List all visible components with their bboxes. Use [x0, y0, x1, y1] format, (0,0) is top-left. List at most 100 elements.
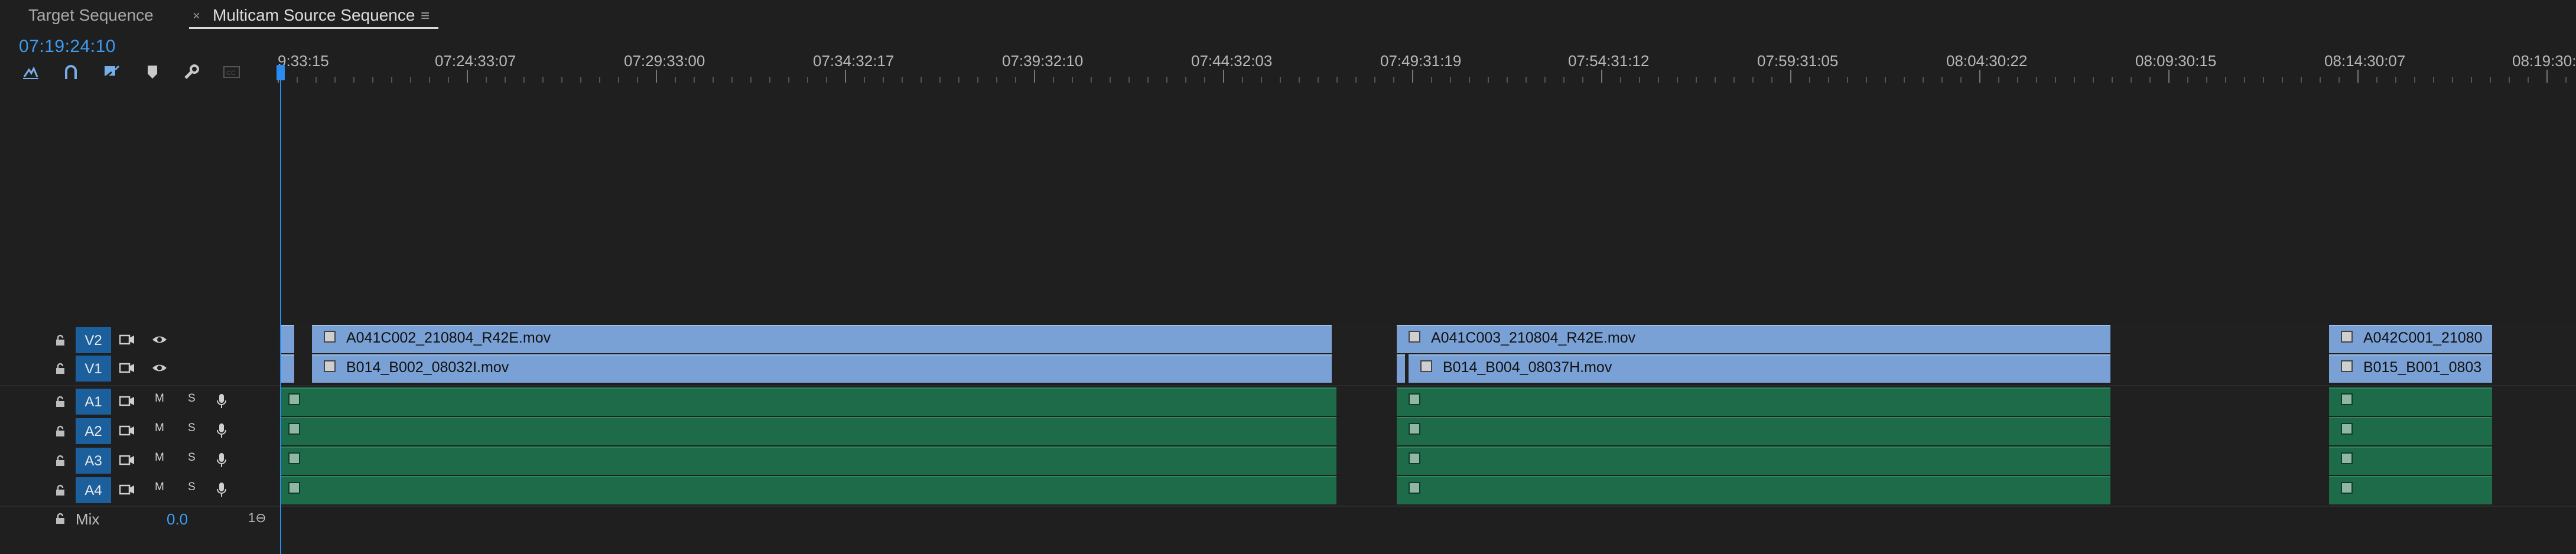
captions-icon[interactable]: CC	[222, 63, 241, 82]
active-tab-indicator	[189, 27, 438, 29]
audio-clip[interactable]	[1397, 387, 2110, 416]
fx-badge-icon	[2341, 331, 2353, 343]
tab-multicam-source-sequence[interactable]: Multicam Source Sequence	[213, 0, 415, 30]
lock-icon[interactable]	[54, 396, 66, 408]
ruler-label: 08:14:30:07	[2324, 52, 2406, 70]
solo-button[interactable]: S	[188, 422, 196, 435]
sync-lock-icon[interactable]	[119, 395, 135, 408]
mute-button[interactable]: M	[155, 422, 164, 435]
mute-button[interactable]: M	[155, 451, 164, 464]
ruler-label: 07:34:32:17	[813, 52, 895, 70]
ruler-label: 07:54:31:12	[1568, 52, 1650, 70]
clip-name: A042C001_21080	[2363, 330, 2483, 346]
lock-icon[interactable]	[54, 334, 66, 346]
ruler-label: 08:09:30:15	[2135, 52, 2217, 70]
playhead-handle[interactable]	[277, 65, 285, 80]
lock-icon[interactable]	[54, 425, 66, 437]
track-target-a3[interactable]: A3	[76, 448, 111, 474]
mix-volume-value[interactable]: 0.0	[167, 510, 188, 529]
video-clip[interactable]: A041C003_210804_R42E.mov	[1397, 325, 2110, 353]
snap-icon[interactable]	[21, 63, 40, 82]
lock-icon[interactable]	[54, 484, 66, 496]
microphone-icon[interactable]	[216, 482, 227, 497]
clip-fragment[interactable]	[280, 325, 294, 353]
audio-clip[interactable]	[280, 447, 1336, 475]
audio-clip[interactable]	[280, 387, 1336, 416]
audio-clip[interactable]	[2329, 387, 2492, 416]
linked-selection-icon[interactable]	[61, 63, 80, 82]
panel-menu-icon[interactable]: ≡	[421, 0, 430, 31]
fx-badge-icon	[1409, 452, 1420, 464]
clip-name: A041C002_210804_R42E.mov	[346, 330, 551, 346]
microphone-icon[interactable]	[216, 423, 227, 438]
microphone-icon[interactable]	[216, 393, 227, 409]
audio-clip[interactable]	[280, 417, 1336, 445]
track-header-a2: A2 M S	[0, 417, 277, 445]
tab-bar: Target Sequence × Multicam Source Sequen…	[0, 0, 2576, 30]
svg-text:CC: CC	[226, 70, 236, 77]
ruler-label: 9:33:15	[278, 52, 329, 70]
eye-icon[interactable]	[151, 361, 168, 374]
fx-badge-icon	[288, 482, 300, 494]
solo-button[interactable]: S	[188, 481, 196, 494]
fx-badge-icon	[2341, 452, 2353, 464]
tab-target-sequence[interactable]: Target Sequence	[28, 0, 154, 30]
ruler-label: 07:39:32:10	[1002, 52, 1084, 70]
clip-fragment[interactable]	[1397, 354, 1405, 383]
audio-clip[interactable]	[280, 476, 1336, 504]
clip-fragment[interactable]	[280, 354, 294, 383]
fx-badge-icon	[1409, 393, 1420, 405]
sync-lock-icon[interactable]	[119, 483, 135, 496]
track-header-a4: A4 M S	[0, 476, 277, 504]
ruler-label: 08:04:30:22	[1946, 52, 2028, 70]
video-clip[interactable]: B014_B004_08037H.mov	[1409, 354, 2110, 383]
track-target-a1[interactable]: A1	[76, 389, 111, 415]
audio-clip[interactable]	[1397, 447, 2110, 475]
clip-name: B014_B004_08037H.mov	[1443, 359, 1612, 376]
ruler-label: 07:49:31:19	[1380, 52, 1462, 70]
audio-clip[interactable]	[2329, 417, 2492, 445]
wrench-icon[interactable]	[182, 63, 201, 82]
marker-icon[interactable]	[143, 63, 162, 82]
sync-lock-icon[interactable]	[119, 424, 135, 437]
add-marker-icon[interactable]	[102, 63, 121, 82]
video-clip[interactable]: B015_B001_0803	[2329, 354, 2492, 383]
track-target-v2[interactable]: V2	[76, 327, 111, 353]
video-clip[interactable]: B014_B002_08032I.mov	[312, 354, 1332, 383]
audio-clip[interactable]	[2329, 447, 2492, 475]
mix-label: Mix	[76, 510, 100, 528]
solo-button[interactable]: S	[188, 392, 196, 405]
mix-divider	[0, 506, 2576, 507]
ruler-label: 07:24:33:07	[435, 52, 516, 70]
fx-badge-icon	[2341, 360, 2353, 372]
clip-name: B015_B001_0803	[2363, 359, 2482, 376]
mix-channel-indicator: 1⊖	[248, 510, 266, 525]
sync-lock-icon[interactable]	[119, 333, 135, 346]
audio-clip[interactable]	[1397, 476, 2110, 504]
fx-badge-icon	[324, 331, 336, 343]
playhead-line[interactable]	[280, 79, 281, 554]
solo-button[interactable]: S	[188, 451, 196, 464]
microphone-icon[interactable]	[216, 452, 227, 468]
sync-lock-icon[interactable]	[119, 361, 135, 374]
mute-button[interactable]: M	[155, 392, 164, 405]
eye-icon[interactable]	[151, 333, 168, 346]
video-audio-divider	[0, 385, 2576, 386]
clip-name: B014_B002_08032I.mov	[346, 359, 509, 376]
ruler-label: 07:29:33:00	[624, 52, 705, 70]
lock-icon[interactable]	[54, 513, 66, 524]
track-header-a3: A3 M S	[0, 447, 277, 475]
lock-icon[interactable]	[54, 363, 66, 374]
sync-lock-icon[interactable]	[119, 454, 135, 467]
video-clip[interactable]: A042C001_21080	[2329, 325, 2492, 353]
track-target-v1[interactable]: V1	[76, 356, 111, 382]
video-clip[interactable]: A041C002_210804_R42E.mov	[312, 325, 1332, 353]
audio-clip[interactable]	[1397, 417, 2110, 445]
fx-badge-icon	[288, 393, 300, 405]
lock-icon[interactable]	[54, 455, 66, 467]
track-target-a4[interactable]: A4	[76, 477, 111, 503]
audio-clip[interactable]	[2329, 476, 2492, 504]
track-target-a2[interactable]: A2	[76, 418, 111, 444]
playhead-timecode[interactable]: 07:19:24:10	[19, 37, 116, 57]
mute-button[interactable]: M	[155, 481, 164, 494]
